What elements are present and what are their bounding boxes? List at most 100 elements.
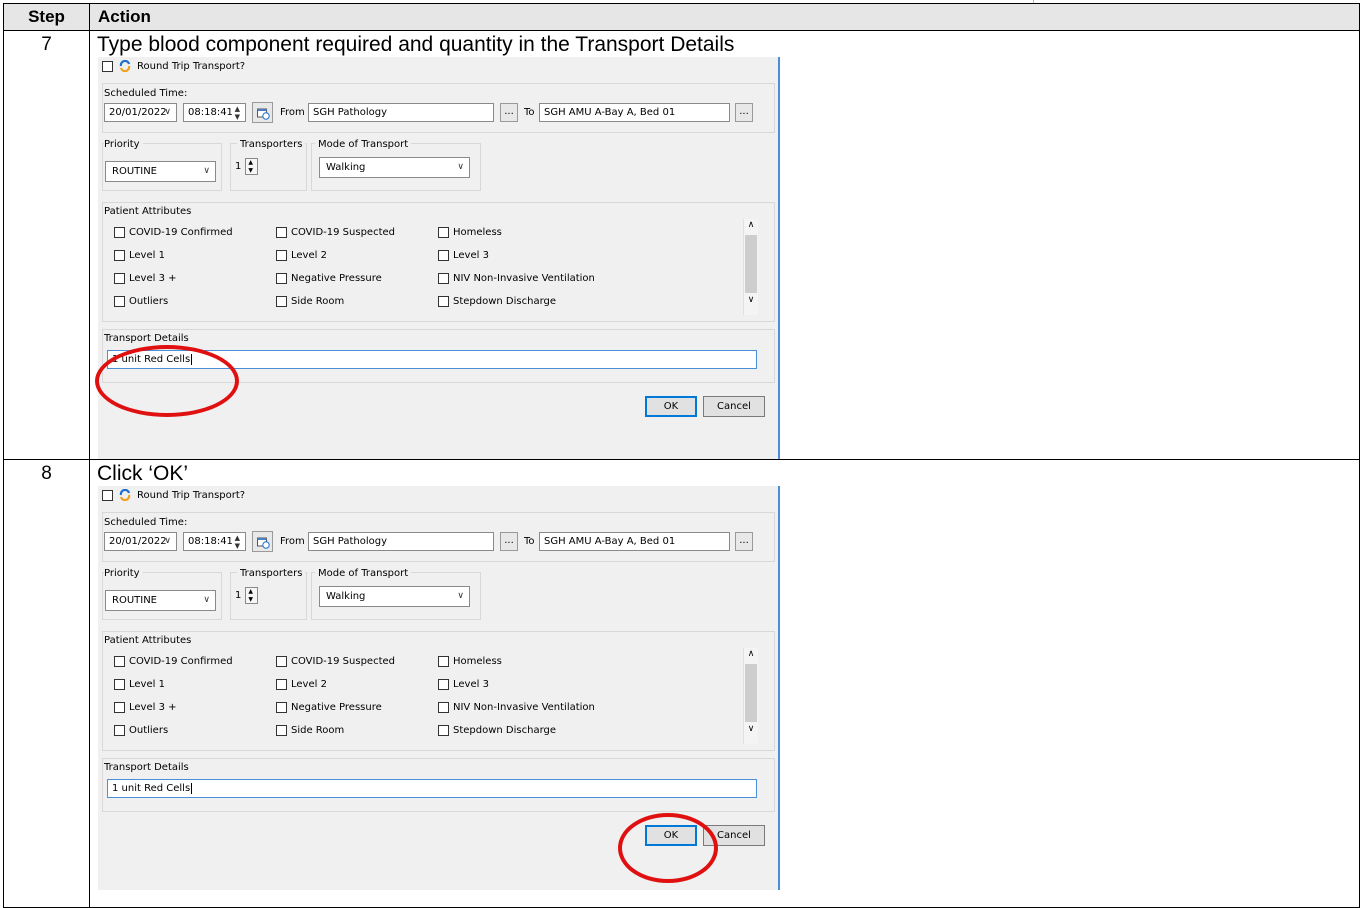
- to-field[interactable]: SGH AMU A-Bay A, Bed 01: [539, 103, 730, 122]
- from-field[interactable]: SGH Pathology: [308, 103, 494, 122]
- attribute-option[interactable]: Negative Pressure: [276, 273, 382, 284]
- time-input[interactable]: 08:18:41 ▲ ▼: [183, 103, 246, 122]
- transport-details-input[interactable]: 1 unit Red Cells: [107, 779, 757, 798]
- scrollbar-thumb[interactable]: [745, 235, 757, 293]
- attribute-option[interactable]: Negative Pressure: [276, 702, 382, 713]
- attribute-option[interactable]: NIV Non-Invasive Ventilation: [438, 702, 595, 713]
- round-trip-checkbox[interactable]: [102, 60, 113, 72]
- to-browse-button[interactable]: ...: [735, 103, 753, 122]
- time-input[interactable]: 08:18:41 ▲ ▼: [183, 532, 246, 551]
- priority-select[interactable]: ROUTINE ∨: [105, 590, 216, 611]
- chevron-down-icon[interactable]: ∨: [203, 591, 210, 610]
- priority-select[interactable]: ROUTINE ∨: [105, 161, 216, 182]
- priority-label: Priority: [104, 139, 143, 150]
- attribute-checkbox[interactable]: [276, 250, 287, 261]
- attribute-checkbox[interactable]: [114, 725, 125, 736]
- chevron-down-icon[interactable]: ∨: [164, 104, 171, 121]
- attribute-option[interactable]: Level 2: [276, 250, 327, 261]
- attribute-checkbox[interactable]: [276, 679, 287, 690]
- attribute-label: Level 3 +: [129, 702, 177, 713]
- chevron-down-icon[interactable]: ∨: [457, 587, 464, 606]
- attribute-option[interactable]: Stepdown Discharge: [438, 725, 556, 736]
- from-browse-button[interactable]: ...: [500, 532, 518, 551]
- attribute-option[interactable]: COVID-19 Confirmed: [114, 227, 233, 238]
- attribute-option[interactable]: Outliers: [114, 725, 168, 736]
- priority-label: Priority: [104, 568, 143, 579]
- attribute-option[interactable]: Level 3 +: [114, 273, 177, 284]
- attribute-option[interactable]: Side Room: [276, 725, 344, 736]
- attribute-label: Stepdown Discharge: [453, 296, 557, 307]
- select-time-button[interactable]: [252, 102, 273, 123]
- attribute-option[interactable]: Outliers: [114, 296, 168, 307]
- attribute-option[interactable]: Level 2: [276, 679, 327, 690]
- attribute-option[interactable]: Level 3 +: [114, 702, 177, 713]
- attribute-option[interactable]: COVID-19 Confirmed: [114, 656, 233, 667]
- cancel-button[interactable]: Cancel: [703, 396, 765, 417]
- mode-of-transport-select[interactable]: Walking ∨: [319, 586, 470, 607]
- ok-button[interactable]: OK: [645, 396, 697, 417]
- attribute-option[interactable]: COVID-19 Suspected: [276, 227, 395, 238]
- spinner-icon[interactable]: ▲ ▼: [235, 105, 240, 121]
- attribute-checkbox[interactable]: [114, 656, 125, 667]
- attribute-checkbox[interactable]: [276, 227, 287, 238]
- mode-of-transport-select[interactable]: Walking ∨: [319, 157, 470, 178]
- attribute-label: Outliers: [129, 296, 169, 307]
- spinner-icon[interactable]: ▲ ▼: [235, 534, 240, 550]
- attribute-option[interactable]: Homeless: [438, 227, 502, 238]
- transporters-stepper[interactable]: 1 ▲ ▼: [235, 158, 259, 175]
- to-browse-button[interactable]: ...: [735, 532, 753, 551]
- attribute-checkbox[interactable]: [114, 702, 125, 713]
- attribute-label: Level 1: [129, 679, 165, 690]
- attribute-checkbox[interactable]: [114, 227, 125, 238]
- from-browse-button[interactable]: ...: [500, 103, 518, 122]
- round-trip-option[interactable]: Round Trip Transport?: [102, 489, 245, 501]
- attribute-option[interactable]: Level 1: [114, 250, 165, 261]
- attributes-scrollbar[interactable]: ∧ ∨: [743, 648, 758, 744]
- scroll-up-icon[interactable]: ∧: [744, 219, 758, 231]
- attribute-option[interactable]: Level 3: [438, 250, 489, 261]
- attribute-checkbox[interactable]: [438, 725, 449, 736]
- scrollbar-thumb[interactable]: [745, 664, 757, 722]
- attribute-option[interactable]: COVID-19 Suspected: [276, 656, 395, 667]
- scroll-up-icon[interactable]: ∧: [744, 648, 758, 660]
- scroll-down-icon[interactable]: ∨: [744, 293, 758, 307]
- round-trip-option[interactable]: Round Trip Transport?: [102, 60, 245, 72]
- chevron-down-icon[interactable]: ∨: [457, 158, 464, 177]
- attribute-checkbox[interactable]: [438, 702, 449, 713]
- attribute-checkbox[interactable]: [438, 227, 449, 238]
- attribute-checkbox[interactable]: [276, 725, 287, 736]
- attribute-checkbox[interactable]: [438, 656, 449, 667]
- attribute-option[interactable]: Side Room: [276, 296, 344, 307]
- transporters-stepper[interactable]: 1 ▲ ▼: [235, 587, 259, 604]
- attribute-option[interactable]: Homeless: [438, 656, 502, 667]
- attribute-checkbox[interactable]: [276, 702, 287, 713]
- attribute-checkbox[interactable]: [438, 250, 449, 261]
- chevron-down-icon[interactable]: ∨: [203, 162, 210, 181]
- attribute-checkbox[interactable]: [114, 296, 125, 307]
- attributes-scrollbar[interactable]: ∧ ∨: [743, 219, 758, 315]
- attribute-checkbox[interactable]: [276, 296, 287, 307]
- date-picker[interactable]: 20/01/2022 ∨: [104, 532, 177, 551]
- select-time-button[interactable]: [252, 531, 273, 552]
- attribute-label: Level 3: [453, 250, 489, 261]
- attribute-option[interactable]: Level 3: [438, 679, 489, 690]
- to-field[interactable]: SGH AMU A-Bay A, Bed 01: [539, 532, 730, 551]
- date-picker[interactable]: 20/01/2022 ∨: [104, 103, 177, 122]
- attribute-checkbox[interactable]: [276, 656, 287, 667]
- scroll-down-icon[interactable]: ∨: [744, 722, 758, 736]
- attribute-option[interactable]: NIV Non-Invasive Ventilation: [438, 273, 595, 284]
- chevron-down-icon[interactable]: ∨: [164, 533, 171, 550]
- attribute-checkbox[interactable]: [114, 273, 125, 284]
- attribute-checkbox[interactable]: [438, 296, 449, 307]
- attribute-checkbox[interactable]: [114, 250, 125, 261]
- attribute-checkbox[interactable]: [438, 679, 449, 690]
- round-trip-checkbox[interactable]: [102, 489, 113, 501]
- stepper-arrows-icon[interactable]: ▲ ▼: [245, 158, 259, 175]
- attribute-option[interactable]: Stepdown Discharge: [438, 296, 556, 307]
- stepper-arrows-icon[interactable]: ▲ ▼: [245, 587, 259, 604]
- attribute-checkbox[interactable]: [114, 679, 125, 690]
- from-field[interactable]: SGH Pathology: [308, 532, 494, 551]
- attribute-option[interactable]: Level 1: [114, 679, 165, 690]
- attribute-checkbox[interactable]: [438, 273, 449, 284]
- attribute-checkbox[interactable]: [276, 273, 287, 284]
